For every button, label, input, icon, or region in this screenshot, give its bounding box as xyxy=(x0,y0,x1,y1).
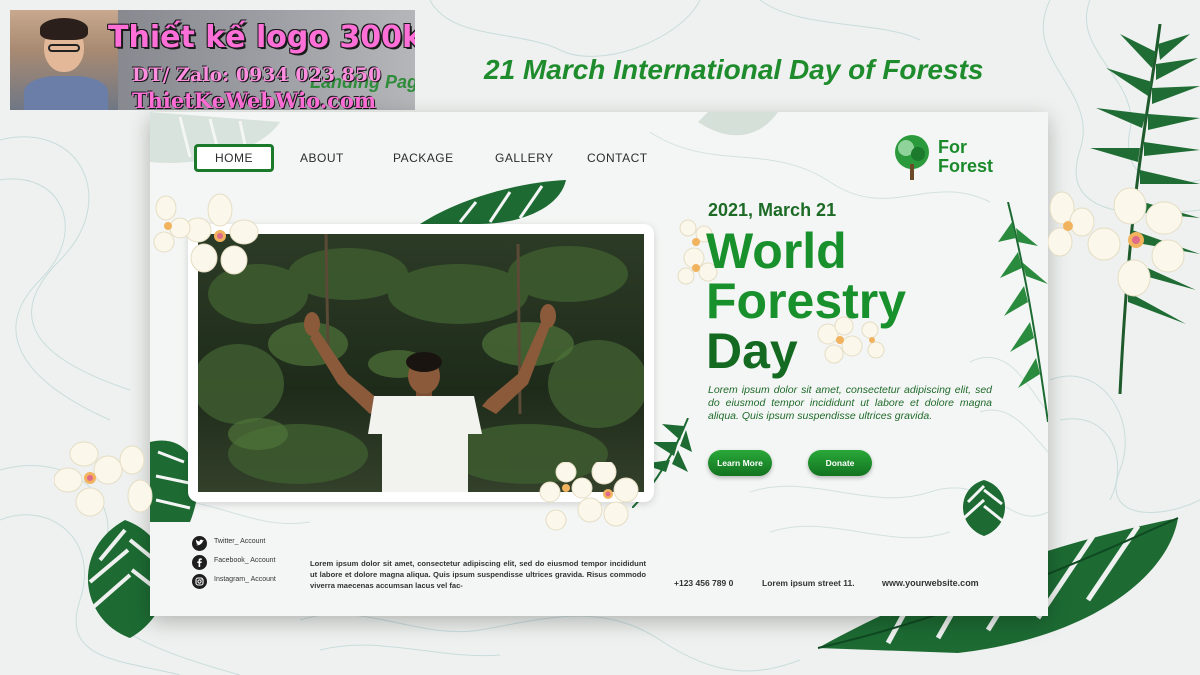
banner-phone: DT/ Zalo: 0934 023 850 xyxy=(132,64,382,86)
learn-more-button[interactable]: Learn More xyxy=(708,450,772,476)
headline-line-3: Day xyxy=(706,323,798,379)
hero-photo xyxy=(198,234,644,492)
banner-title: Thiết kế logo 300k xyxy=(108,20,415,55)
headline-line-1: World xyxy=(706,223,847,279)
profile-photo xyxy=(10,10,118,110)
nav-contact[interactable]: CONTACT xyxy=(587,144,648,172)
banner-website: ThietKeWebWio.com xyxy=(132,88,377,110)
flower-cluster-photo-bottom-icon xyxy=(539,462,639,531)
donate-button[interactable]: Donate xyxy=(808,450,872,476)
tree-icon xyxy=(895,135,929,180)
flower-cluster-right-icon xyxy=(1048,187,1185,297)
instagram-label: Instagram_ Account xyxy=(214,576,276,583)
footer-description: Lorem ipsum dolor sit amet, consectetur … xyxy=(310,559,646,590)
headline-line-2: Forestry xyxy=(706,273,907,329)
hero-description: Lorem ipsum dolor sit amet, consectetur … xyxy=(708,384,992,422)
hero-headline: World Forestry Day xyxy=(706,226,906,376)
twitter-icon xyxy=(192,536,207,551)
flower-cluster-top-left-icon xyxy=(153,193,259,275)
footer-website[interactable]: www.yourwebsite.com xyxy=(882,578,979,588)
facebook-icon xyxy=(192,555,207,570)
leaf-top-center-icon xyxy=(698,112,778,136)
facebook-label: Facebook_ Account xyxy=(214,557,276,564)
brand-logo[interactable]: For Forest xyxy=(890,134,1020,184)
promo-banner: Landing Page Template Thiết kế logo 300k… xyxy=(10,10,415,110)
palm-leaf-center-icon xyxy=(420,180,566,224)
instagram-icon xyxy=(192,574,207,589)
nav-gallery[interactable]: GALLERY xyxy=(495,144,554,172)
nav-package[interactable]: PACKAGE xyxy=(393,144,454,172)
logo-line-2: Forest xyxy=(938,156,994,176)
nav-home[interactable]: HOME xyxy=(194,144,274,172)
palm-leaf-card-right-icon xyxy=(998,202,1048,422)
page-title: 21 March International Day of Forests xyxy=(484,54,984,85)
event-date: 2021, March 21 xyxy=(708,200,837,220)
footer-phone: +123 456 789 0 xyxy=(674,578,734,588)
footer-address: Lorem ipsum street 11. xyxy=(762,578,855,588)
monstera-leaf-small-icon xyxy=(962,480,1005,536)
flower-cluster-left-icon xyxy=(54,441,153,517)
twitter-label: Twitter_ Account xyxy=(214,538,266,545)
landing-page-card: HOME ABOUT PACKAGE GALLERY CONTACT For F… xyxy=(150,112,1048,616)
logo-line-1: For xyxy=(938,137,967,157)
nav-about[interactable]: ABOUT xyxy=(300,144,344,172)
